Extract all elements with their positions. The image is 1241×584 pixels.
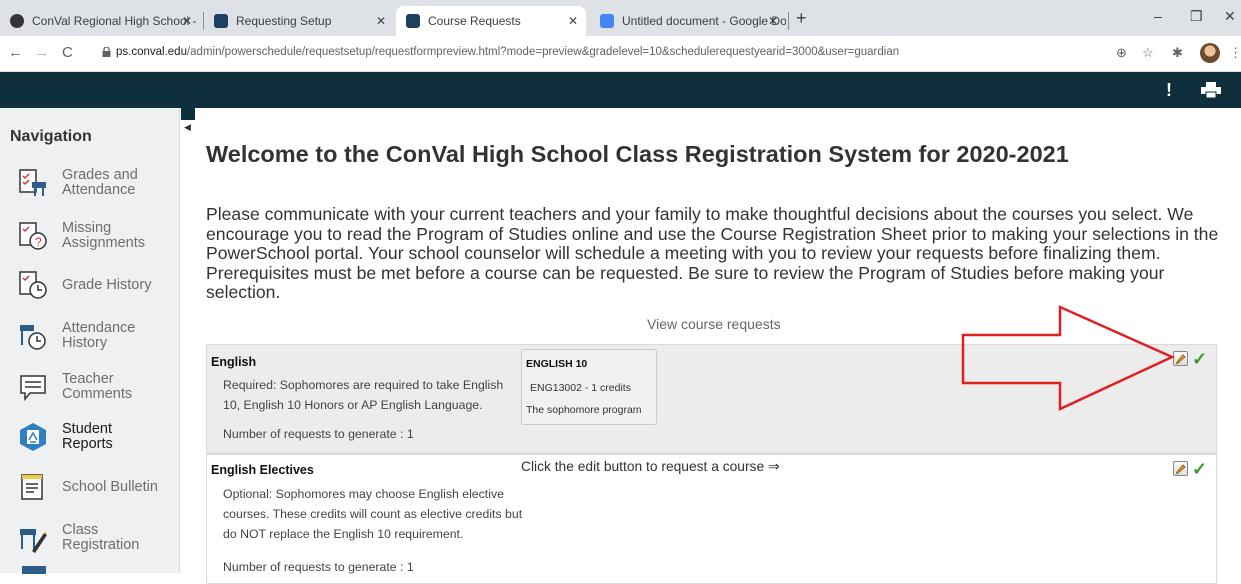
school-bulletin-icon xyxy=(21,474,43,500)
reload-icon[interactable]: C xyxy=(62,44,73,61)
sidebar-item-student-reports[interactable]: Student Reports xyxy=(18,415,178,459)
close-window-icon[interactable]: ✕ xyxy=(1224,8,1236,25)
request-row-english-electives: English Electives Optional: Sophomores m… xyxy=(206,454,1217,584)
navigation-heading: Navigation xyxy=(10,128,92,145)
lock-icon xyxy=(102,47,111,57)
complete-check-icon: ✓ xyxy=(1192,459,1208,479)
browser-tab-bar: ConVal Regional High School - R ✕ Reques… xyxy=(0,0,1241,36)
printer-icon[interactable] xyxy=(1201,82,1221,98)
zoom-icon[interactable]: ⊕ xyxy=(1116,45,1127,61)
address-bar: ← → C ps.conval.edu/admin/powerschedule/… xyxy=(0,36,1241,72)
pencil-icon xyxy=(1175,464,1186,475)
google-docs-favicon-icon xyxy=(600,14,614,28)
edit-hint-text: Click the edit button to request a cours… xyxy=(521,459,780,474)
collapse-top-tab[interactable] xyxy=(181,108,195,120)
complete-check-icon: ✓ xyxy=(1192,349,1208,369)
annotation-arrow-icon xyxy=(961,305,1176,411)
powerschool-favicon-icon xyxy=(406,14,420,28)
attendance-history-icon xyxy=(20,325,46,350)
request-description: Required: Sophomores are required to tak… xyxy=(223,378,504,412)
tab-divider xyxy=(788,12,789,30)
edit-button[interactable] xyxy=(1173,461,1188,476)
app-header: ! xyxy=(0,72,1241,108)
collapse-sidebar-icon[interactable]: ◀ xyxy=(184,122,191,133)
close-tab-icon[interactable]: ✕ xyxy=(568,14,578,28)
url-field[interactable]: ps.conval.edu/admin/powerschedule/reques… xyxy=(116,46,899,58)
course-name: ENGLISH 10 xyxy=(526,358,588,370)
request-title: English Electives xyxy=(211,463,314,477)
page-title: Welcome to the ConVal High School Class … xyxy=(206,141,1069,167)
tab-course-requests[interactable]: Course Requests ✕ xyxy=(396,6,586,36)
back-icon[interactable]: ← xyxy=(8,44,23,61)
minimize-icon[interactable]: – xyxy=(1154,8,1162,24)
sidebar-item-grades-attendance[interactable]: Grades and Attendance xyxy=(18,161,178,205)
powerschool-favicon-icon xyxy=(214,14,228,28)
url-host: ps.conval.edu xyxy=(116,46,187,58)
sidebar-item-missing-assignments[interactable]: ? Missing Assignments xyxy=(18,214,178,258)
close-tab-icon[interactable]: ✕ xyxy=(182,14,192,28)
course-description: The sophomore program xyxy=(526,404,642,416)
conval-favicon-icon xyxy=(10,14,24,28)
request-description: Optional: Sophomores may choose English … xyxy=(223,487,523,541)
svg-text:?: ? xyxy=(35,235,42,249)
profile-avatar[interactable] xyxy=(1200,43,1220,63)
sidebar-item-class-registration[interactable]: Class Registration xyxy=(18,516,178,560)
sidebar-item-teacher-comments[interactable]: Teacher Comments xyxy=(18,365,178,409)
request-title: English xyxy=(211,355,257,369)
extensions-icon[interactable]: ✱ xyxy=(1172,45,1183,61)
tab-conval[interactable]: ConVal Regional High School - R ✕ xyxy=(0,6,200,36)
course-card[interactable]: ENGLISH 10 ENG13002 - 1 credits The soph… xyxy=(521,349,657,425)
grades-attendance-icon xyxy=(19,169,46,196)
url-path: /admin/powerschedule/requestsetup/reques… xyxy=(186,46,900,58)
bookmark-star-icon[interactable]: ☆ xyxy=(1142,45,1154,61)
request-count: Number of requests to generate : 1 xyxy=(223,560,414,574)
close-tab-icon[interactable]: ✕ xyxy=(376,14,386,28)
tab-requesting-setup[interactable]: Requesting Setup ✕ xyxy=(204,6,394,36)
close-tab-icon[interactable]: ✕ xyxy=(768,14,778,28)
sidebar: Navigation Grades and Attendance ? Missi… xyxy=(0,108,180,574)
teacher-comments-icon xyxy=(20,375,46,402)
alert-icon[interactable]: ! xyxy=(1166,80,1172,101)
new-tab-icon[interactable]: + xyxy=(796,8,807,29)
sidebar-item-grade-history[interactable]: Grade History xyxy=(18,263,178,307)
course-code: ENG13002 - 1 credits xyxy=(530,382,631,394)
intro-paragraph: Please communicate with your current tea… xyxy=(206,204,1219,302)
tab-google-doc[interactable]: Untitled document - Google Doc ✕ xyxy=(590,6,786,36)
menu-kebab-icon[interactable]: ⋮ xyxy=(1229,45,1241,61)
class-registration-icon xyxy=(20,529,47,553)
forward-icon[interactable]: → xyxy=(34,44,49,61)
missing-assignments-icon: ? xyxy=(19,222,47,250)
view-course-requests-label: View course requests xyxy=(647,316,781,332)
sidebar-item-attendance-history[interactable]: Attendance History xyxy=(18,314,178,358)
request-count: Number of requests to generate : 1 xyxy=(223,427,414,441)
student-reports-icon xyxy=(20,423,46,451)
sidebar-item-school-bulletin[interactable]: School Bulletin xyxy=(18,465,178,509)
grade-history-icon xyxy=(19,271,47,299)
maximize-icon[interactable]: ❐ xyxy=(1190,8,1203,25)
